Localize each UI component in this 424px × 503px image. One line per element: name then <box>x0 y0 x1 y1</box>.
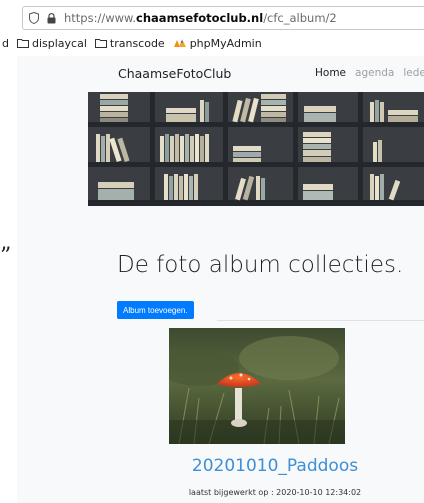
nav-agenda[interactable]: agenda <box>355 67 394 79</box>
lock-icon[interactable] <box>47 12 56 24</box>
bookmarks-bar: d displaycal transcode phpMyAdmin <box>0 33 424 53</box>
bookmark-phpmyadmin[interactable]: phpMyAdmin <box>173 37 262 50</box>
brand-link[interactable]: ChaamseFotoClub <box>118 66 231 81</box>
folder-icon <box>16 39 29 48</box>
page-content: ChaamseFotoClub Home agenda leden <box>17 56 424 503</box>
divider <box>217 320 424 321</box>
album-title-link[interactable]: 20201010_Paddoos <box>117 456 424 476</box>
url-text[interactable]: https://www.chaamsefotoclub.nl/cfc_album… <box>64 11 337 25</box>
address-bar[interactable]: https://www.chaamsefotoclub.nl/cfc_album… <box>22 6 424 30</box>
phpmyadmin-icon <box>173 39 186 47</box>
shield-icon[interactable] <box>29 12 39 24</box>
bookmark-transcode[interactable]: transcode <box>94 37 165 50</box>
navbar: ChaamseFotoClub Home agenda leden <box>17 56 424 90</box>
banner-image <box>88 92 424 206</box>
left-edge-glyph: ” <box>0 244 12 269</box>
nav-links: Home agenda leden <box>315 67 424 79</box>
page-title: De foto album collecties. <box>117 252 404 278</box>
bookmark-truncated[interactable]: d <box>2 37 9 50</box>
nav-leden[interactable]: leden <box>403 67 424 79</box>
bookmark-displaycal[interactable]: displaycal <box>16 37 87 50</box>
album-thumbnail[interactable] <box>169 328 345 444</box>
album-updated-text: laatst bijgewerkt op : 2020-10-10 12:34:… <box>188 488 362 497</box>
folder-icon <box>94 39 107 48</box>
nav-home[interactable]: Home <box>315 67 346 79</box>
add-album-button[interactable]: Album toevoegen. <box>117 301 194 319</box>
